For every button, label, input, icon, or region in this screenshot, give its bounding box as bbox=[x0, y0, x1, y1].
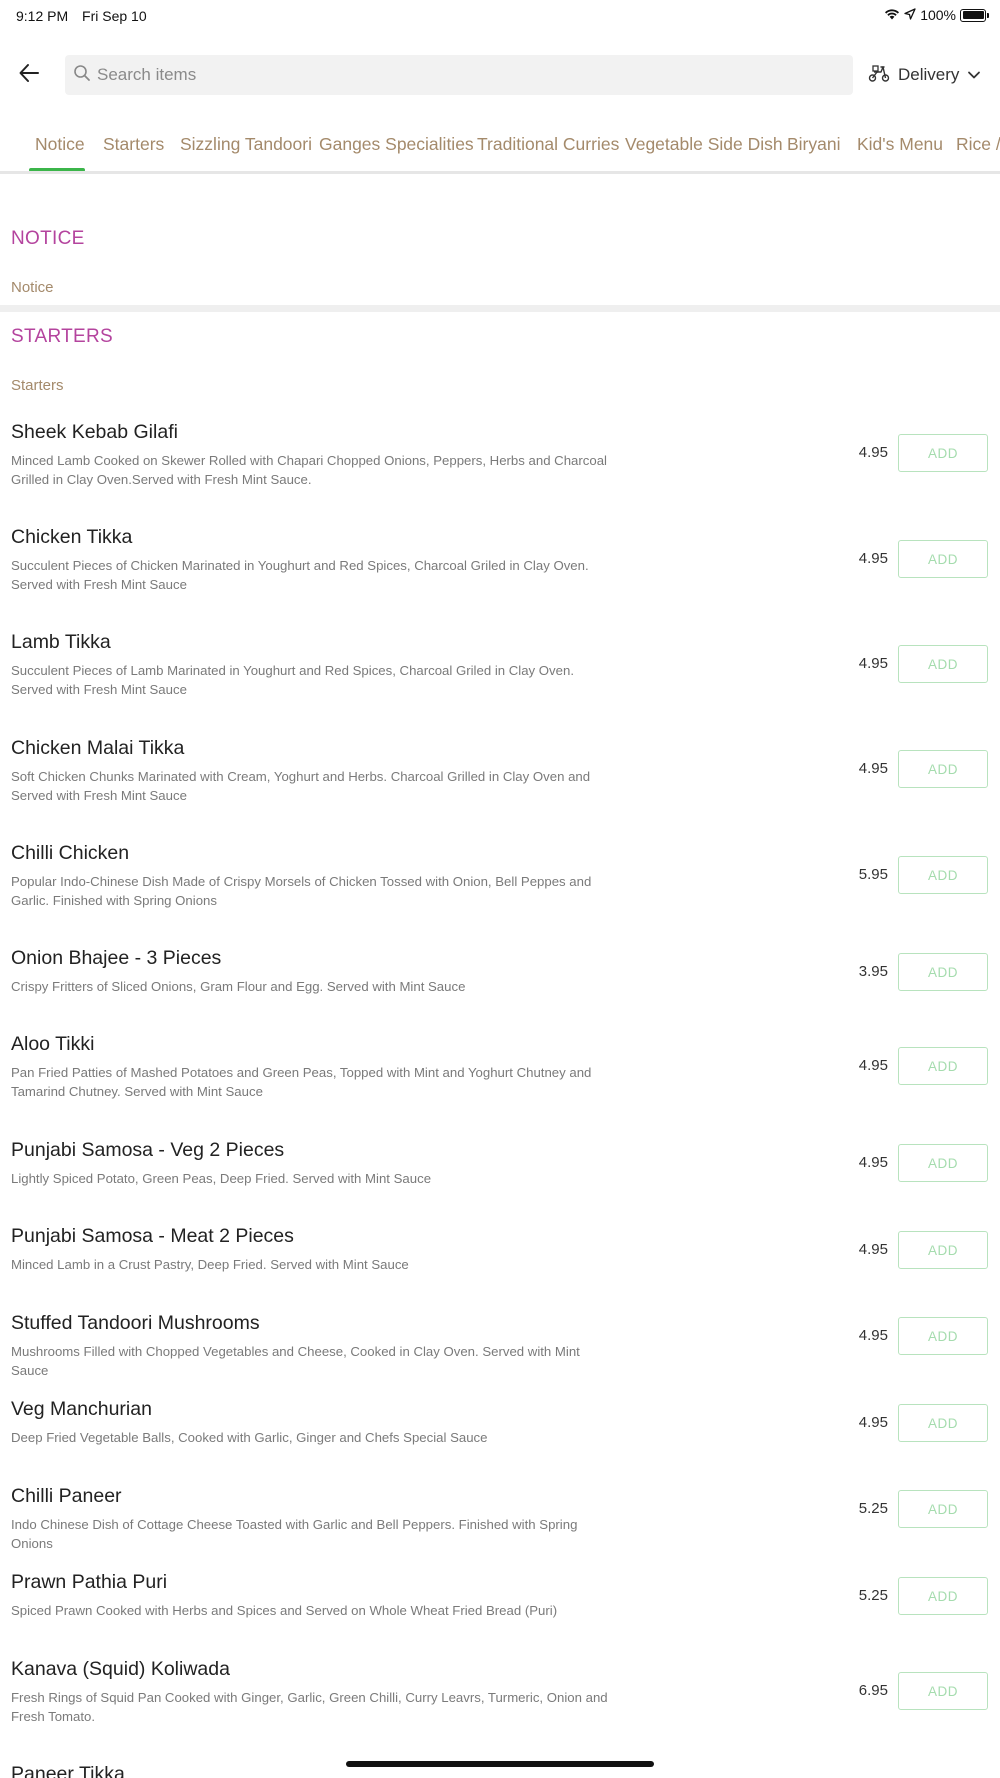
add-button[interactable]: ADD bbox=[898, 953, 988, 991]
add-button[interactable]: ADD bbox=[898, 1672, 988, 1710]
item-name: Chilli Paneer bbox=[11, 1485, 122, 1507]
item-price: 4.95 bbox=[858, 1057, 888, 1074]
section-title-starters: STARTERS bbox=[11, 326, 113, 347]
section-subtitle-notice: Notice bbox=[11, 279, 54, 296]
item-description: Succulent Pieces of Lamb Marinated in Yo… bbox=[11, 663, 574, 697]
add-button[interactable]: ADD bbox=[898, 1577, 988, 1615]
item-name: Chicken Malai Tikka bbox=[11, 737, 185, 759]
item-description: Minced Lamb Cooked on Skewer Rolled with… bbox=[11, 453, 607, 487]
item-price: 4.95 bbox=[858, 444, 888, 461]
item-price: 4.95 bbox=[858, 550, 888, 567]
home-indicator[interactable] bbox=[346, 1761, 654, 1767]
tab-rice[interactable]: Rice / B bbox=[956, 134, 1000, 155]
item-name: Punjabi Samosa - Meat 2 Pieces bbox=[11, 1225, 294, 1247]
section-subtitle-starters: Starters bbox=[11, 377, 64, 394]
item-description: Deep Fried Vegetable Balls, Cooked with … bbox=[11, 1430, 488, 1445]
item-description: Soft Chicken Chunks Marinated with Cream… bbox=[11, 769, 591, 803]
tab-sizzling-tandoori[interactable]: Sizzling Tandoori bbox=[180, 134, 312, 155]
item-description: Pan Fried Patties of Mashed Potatoes and… bbox=[11, 1065, 592, 1099]
item-description: Crispy Fritters of Sliced Onions, Gram F… bbox=[11, 979, 466, 994]
item-price: 4.95 bbox=[858, 1414, 888, 1431]
item-price: 3.95 bbox=[858, 963, 888, 980]
tab-traditional-curries[interactable]: Traditional Curries bbox=[477, 134, 619, 155]
scooter-icon bbox=[868, 63, 890, 88]
item-description: Popular Indo-Chinese Dish Made of Crispy… bbox=[11, 874, 592, 908]
add-button[interactable]: ADD bbox=[898, 540, 988, 578]
item-name: Aloo Tikki bbox=[11, 1033, 95, 1055]
back-button[interactable] bbox=[14, 60, 44, 90]
add-button[interactable]: ADD bbox=[898, 856, 988, 894]
item-description: Indo Chinese Dish of Cottage Cheese Toas… bbox=[11, 1517, 578, 1551]
status-bar: 9:12 PM Fri Sep 10 100% bbox=[0, 0, 1000, 32]
item-description: Lightly Spiced Potato, Green Peas, Deep … bbox=[11, 1171, 432, 1186]
item-price: 4.95 bbox=[858, 760, 888, 777]
item-name: Onion Bhajee - 3 Pieces bbox=[11, 947, 222, 969]
item-price: 4.95 bbox=[858, 1241, 888, 1258]
item-description: Succulent Pieces of Chicken Marinated in… bbox=[11, 558, 589, 592]
item-name: Chicken Tikka bbox=[11, 526, 133, 548]
section-divider bbox=[0, 305, 1000, 312]
section-title-notice: NOTICE bbox=[11, 228, 85, 249]
tab-vegetable-side-dish[interactable]: Vegetable Side Dish bbox=[625, 134, 783, 155]
location-arrow-icon bbox=[904, 7, 916, 23]
item-price: 4.95 bbox=[858, 1154, 888, 1171]
add-button[interactable]: ADD bbox=[898, 645, 988, 683]
category-tabs: Notice Starters Sizzling Tandoori Ganges… bbox=[0, 112, 1000, 174]
add-button[interactable]: ADD bbox=[898, 1144, 988, 1182]
search-input[interactable] bbox=[97, 65, 797, 85]
tab-notice[interactable]: Notice bbox=[35, 134, 85, 155]
delivery-selector[interactable]: Delivery bbox=[868, 60, 981, 90]
battery-percent: 100% bbox=[920, 7, 956, 23]
search-icon bbox=[73, 64, 91, 87]
item-price: 6.95 bbox=[858, 1682, 888, 1699]
status-indicators: 100% bbox=[884, 7, 989, 23]
wifi-icon bbox=[884, 7, 900, 23]
item-description: Fresh Rings of Squid Pan Cooked with Gin… bbox=[11, 1690, 608, 1724]
item-price: 5.25 bbox=[858, 1587, 888, 1604]
arrow-left-icon bbox=[18, 62, 40, 89]
item-name: Veg Manchurian bbox=[11, 1398, 152, 1420]
item-name: Sheek Kebab Gilafi bbox=[11, 421, 178, 443]
active-tab-indicator bbox=[29, 168, 85, 171]
item-description: Spiced Prawn Cooked with Herbs and Spice… bbox=[11, 1603, 558, 1618]
item-name: Prawn Pathia Puri bbox=[11, 1571, 168, 1593]
item-price: 4.95 bbox=[858, 1327, 888, 1344]
chevron-down-icon bbox=[967, 65, 981, 85]
item-name: Paneer Tikka bbox=[11, 1763, 125, 1778]
status-time: 9:12 PM bbox=[16, 8, 69, 24]
add-button[interactable]: ADD bbox=[898, 1404, 988, 1442]
add-button[interactable]: ADD bbox=[898, 1231, 988, 1269]
item-price: 4.95 bbox=[858, 655, 888, 672]
item-name: Kanava (Squid) Koliwada bbox=[11, 1658, 230, 1680]
item-name: Punjabi Samosa - Veg 2 Pieces bbox=[11, 1139, 285, 1161]
delivery-label: Delivery bbox=[898, 65, 960, 84]
add-button[interactable]: ADD bbox=[898, 434, 988, 472]
battery-icon bbox=[960, 8, 989, 22]
add-button[interactable]: ADD bbox=[898, 750, 988, 788]
add-button[interactable]: ADD bbox=[898, 1490, 988, 1528]
tab-ganges-specialities[interactable]: Ganges Specialities bbox=[319, 134, 474, 155]
add-button[interactable]: ADD bbox=[898, 1317, 988, 1355]
app-screen: 9:12 PM Fri Sep 10 100% Search items Del… bbox=[0, 0, 1000, 1778]
item-name: Chilli Chicken bbox=[11, 842, 130, 864]
status-date: Fri Sep 10 bbox=[82, 8, 147, 24]
tab-biryani[interactable]: Biryani bbox=[787, 134, 841, 155]
item-description: Mushrooms Filled with Chopped Vegetables… bbox=[11, 1344, 580, 1378]
item-price: 5.25 bbox=[858, 1500, 888, 1517]
search-bar[interactable] bbox=[65, 55, 853, 95]
item-price: 5.95 bbox=[858, 866, 888, 883]
status-time-date: 9:12 PM Fri Sep 10 bbox=[16, 8, 157, 24]
tab-kids-menu[interactable]: Kid's Menu bbox=[857, 134, 943, 155]
item-name: Lamb Tikka bbox=[11, 631, 111, 653]
item-description: Minced Lamb in a Crust Pastry, Deep Frie… bbox=[11, 1257, 409, 1272]
add-button[interactable]: ADD bbox=[898, 1047, 988, 1085]
tab-starters[interactable]: Starters bbox=[103, 134, 164, 155]
item-name: Stuffed Tandoori Mushrooms bbox=[11, 1312, 260, 1334]
